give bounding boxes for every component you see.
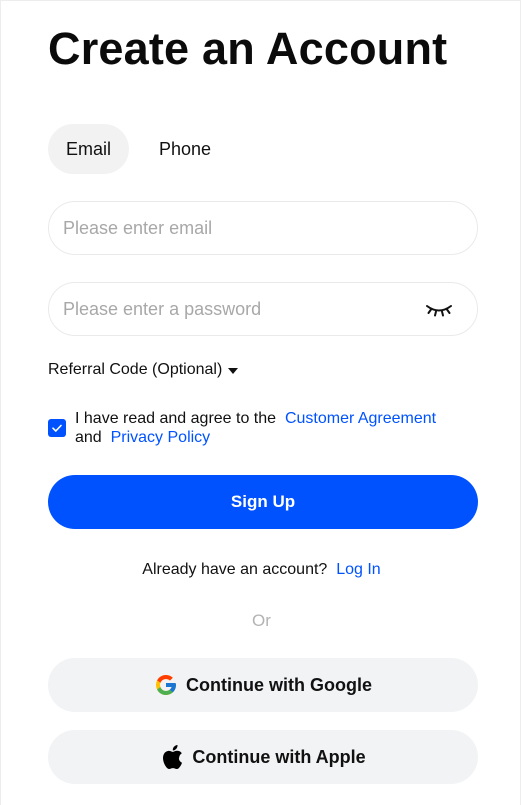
- continue-with-google-button[interactable]: Continue with Google: [48, 658, 478, 712]
- or-divider: Or: [252, 611, 271, 630]
- agreement-text: I have read and agree to the Customer Ag…: [75, 409, 475, 447]
- caret-down-icon: [228, 367, 239, 374]
- apple-icon: [160, 745, 184, 770]
- tab-email[interactable]: Email: [48, 124, 130, 174]
- referral-code-toggle[interactable]: Referral Code (Optional): [48, 361, 239, 379]
- agreement-prefix: I have read and agree to the: [75, 410, 277, 427]
- agreement-conjunction: and: [75, 429, 102, 446]
- privacy-policy-link[interactable]: Privacy Policy: [111, 429, 211, 446]
- signup-page: Create an Account Email Phone Referral C…: [0, 0, 521, 805]
- email-field-container: [48, 201, 478, 255]
- tab-phone[interactable]: Phone: [141, 124, 229, 174]
- eye-closed-icon[interactable]: [425, 298, 453, 320]
- password-field-container: [48, 282, 478, 336]
- signup-method-tabs: Email Phone: [48, 124, 229, 174]
- agreement-checkbox[interactable]: [48, 419, 66, 437]
- checkmark-icon: [52, 424, 62, 432]
- google-icon: [154, 673, 178, 697]
- email-field[interactable]: [63, 202, 413, 254]
- google-button-label: Continue with Google: [186, 674, 372, 695]
- apple-button-label: Continue with Apple: [192, 746, 366, 767]
- sign-up-button[interactable]: Sign Up: [48, 475, 478, 529]
- continue-with-apple-button[interactable]: Continue with Apple: [48, 730, 478, 784]
- login-prompt-text: Already have an account?: [142, 561, 328, 578]
- page-title: Create an Account: [48, 23, 448, 74]
- password-field[interactable]: [63, 283, 413, 335]
- log-in-link[interactable]: Log In: [336, 561, 380, 578]
- customer-agreement-link[interactable]: Customer Agreement: [285, 410, 436, 427]
- referral-code-label: Referral Code (Optional): [48, 361, 223, 378]
- login-prompt: Already have an account? Log In: [1, 561, 521, 579]
